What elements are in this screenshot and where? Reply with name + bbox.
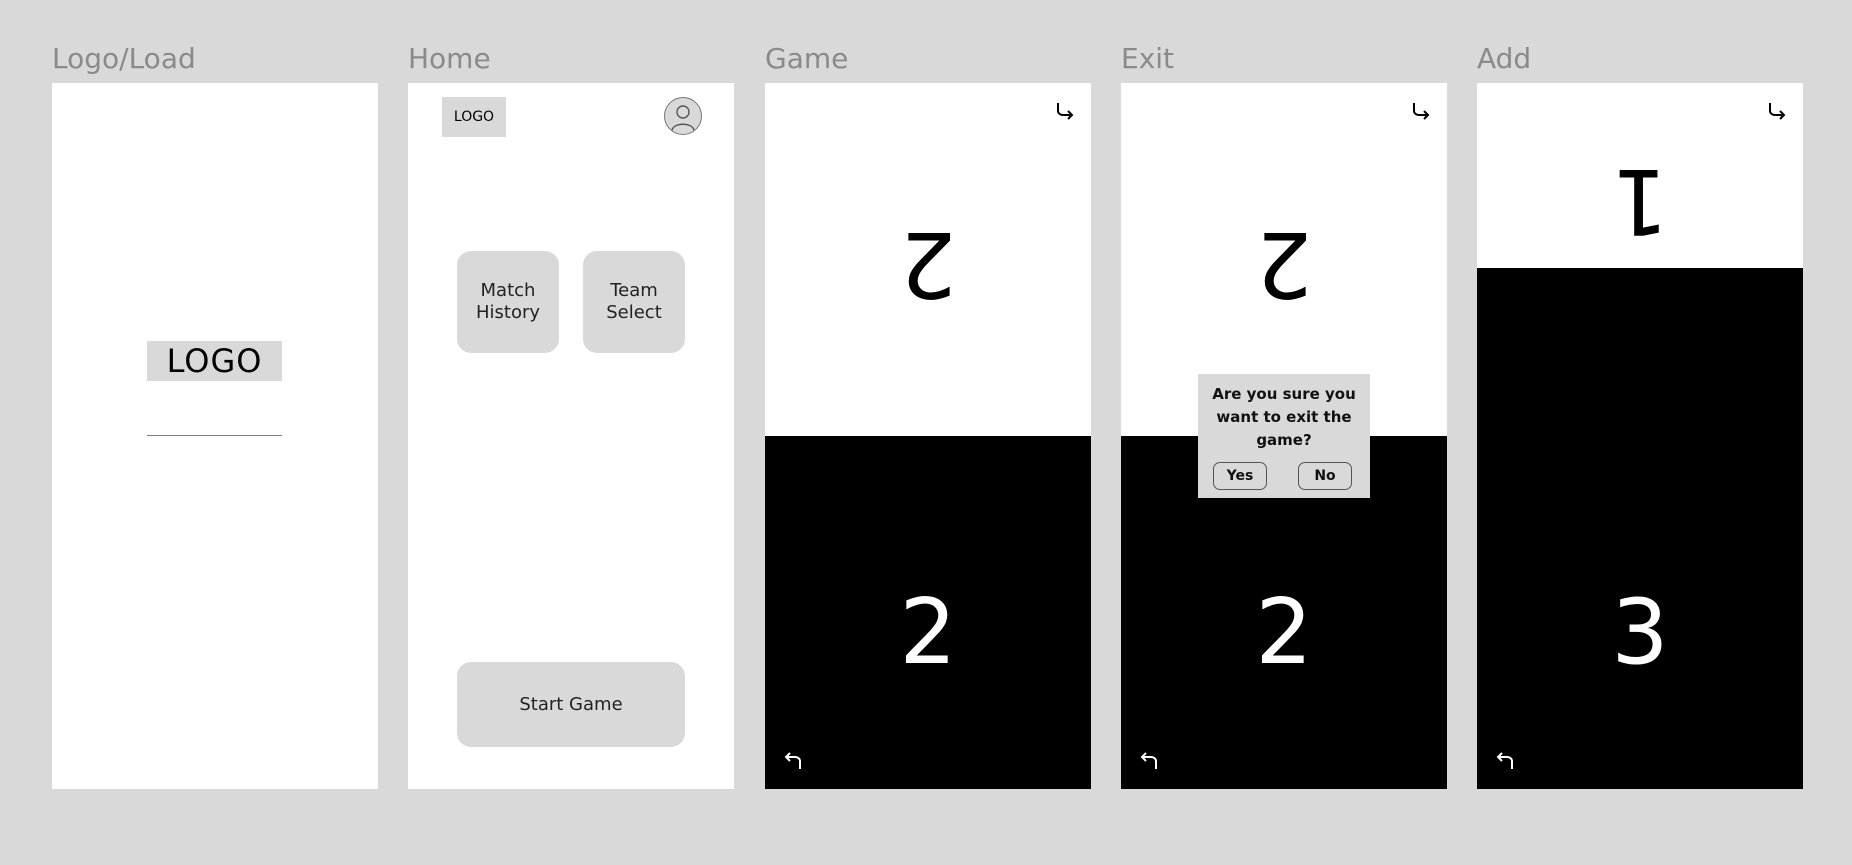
frame-title-home: Home (408, 42, 491, 75)
game-screen: 2 2 (765, 83, 1091, 789)
frame-title-game: Game (765, 42, 849, 75)
add-screen: 1 3 (1477, 83, 1803, 789)
yes-button[interactable]: Yes (1213, 462, 1267, 490)
bottom-team-panel[interactable] (1477, 268, 1803, 789)
undo-arrow-icon[interactable] (781, 749, 805, 773)
exit-arrow-icon[interactable] (1053, 99, 1077, 123)
start-game-label: Start Game (519, 693, 623, 715)
undo-arrow-icon[interactable] (1137, 749, 1161, 773)
bottom-score: 3 (1611, 580, 1669, 685)
exit-confirm-dialog: Are you sure you want to exit the game? … (1198, 374, 1370, 498)
team-select-label: Team Select (606, 280, 662, 323)
bottom-score: 2 (899, 580, 957, 685)
team-select-button[interactable]: Team Select (583, 251, 685, 353)
frame-title-load: Logo/Load (52, 42, 196, 75)
top-score: 2 (1255, 211, 1313, 316)
frame-title-add: Add (1477, 42, 1532, 75)
home-logo: LOGO (442, 97, 506, 137)
frame-title-exit: Exit (1121, 42, 1175, 75)
match-history-label: Match History (475, 280, 541, 323)
profile-avatar-icon[interactable] (664, 97, 702, 135)
loading-bar (147, 435, 282, 436)
top-score: 1 (1611, 148, 1669, 253)
exit-screen: 2 2 Are you sure you want to exit the ga… (1121, 83, 1447, 789)
no-button[interactable]: No (1298, 462, 1352, 490)
undo-arrow-icon[interactable] (1493, 749, 1517, 773)
bottom-score: 2 (1255, 580, 1313, 685)
load-screen: LOGO (52, 83, 378, 789)
home-screen: LOGO Match History Team Select Start Gam… (408, 83, 734, 789)
exit-arrow-icon[interactable] (1765, 99, 1789, 123)
exit-arrow-icon[interactable] (1409, 99, 1433, 123)
dialog-message: Are you sure you want to exit the game? (1212, 385, 1356, 449)
top-score: 2 (899, 211, 957, 316)
start-game-button[interactable]: Start Game (457, 662, 685, 747)
load-logo: LOGO (147, 341, 282, 381)
match-history-button[interactable]: Match History (457, 251, 559, 353)
